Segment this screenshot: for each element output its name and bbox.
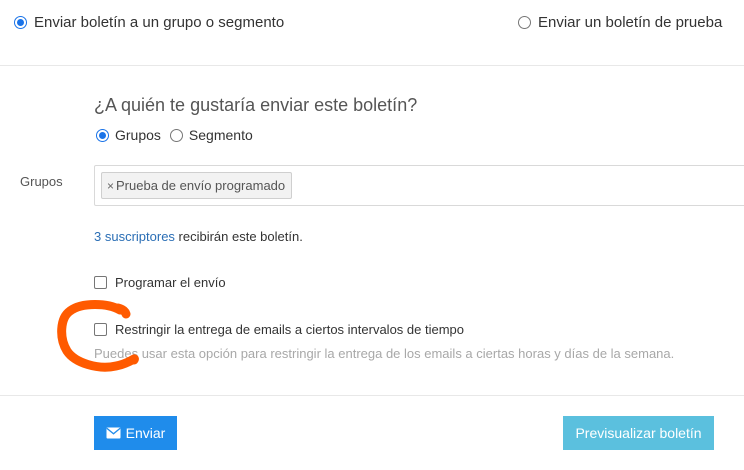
recipient-type-row: Grupos Segmento <box>96 127 262 143</box>
annotation-circle <box>57 300 139 372</box>
restrict-label: Restringir la entrega de emails a cierto… <box>115 322 465 337</box>
send-to-group-option[interactable]: Enviar boletín a un grupo o segmento <box>14 14 284 31</box>
send-test-label: Enviar un boletín de prueba <box>538 14 723 31</box>
subscriber-count-suffix: recibirán este boletín. <box>174 229 303 244</box>
send-to-group-radio[interactable] <box>14 16 27 29</box>
groups-field-label: Grupos <box>20 174 63 189</box>
segment-radio[interactable] <box>169 128 183 142</box>
recipient-question: ¿A quién te gustaría enviar este boletín… <box>94 95 418 115</box>
divider <box>0 395 744 396</box>
send-to-group-label: Enviar boletín a un grupo o segmento <box>34 14 285 31</box>
preview-button-label: Previsualizar boletín <box>575 425 702 441</box>
group-tag-label: Prueba de envío programado <box>116 178 286 193</box>
send-button[interactable]: Enviar <box>94 416 177 450</box>
send-mode-row: Enviar boletín a un grupo o segmento Env… <box>0 0 744 66</box>
envelope-icon <box>106 427 121 439</box>
send-test-option[interactable]: Enviar un boletín de prueba <box>518 14 722 31</box>
subscriber-count-link[interactable]: 3 suscriptores <box>94 229 175 244</box>
group-tag: × Prueba de envío programado <box>101 172 293 199</box>
send-test-radio[interactable] <box>518 16 531 29</box>
schedule-label: Programar el envío <box>115 275 226 290</box>
send-button-label: Enviar <box>125 425 166 441</box>
schedule-option[interactable]: Programar el envío <box>94 275 226 290</box>
groups-option-label: Grupos <box>115 127 161 143</box>
groups-radio[interactable] <box>96 128 109 142</box>
groups-option[interactable]: Grupos <box>96 127 161 143</box>
restrict-option[interactable]: Restringir la entrega de emails a cierto… <box>94 322 464 337</box>
groups-select[interactable]: × Prueba de envío programado <box>94 165 744 206</box>
schedule-checkbox[interactable] <box>94 276 107 289</box>
remove-tag-icon[interactable]: × <box>107 179 114 193</box>
segment-option[interactable]: Segmento <box>169 127 253 143</box>
restrict-help-text: Puedes usar esta opción para restringir … <box>94 346 675 361</box>
restrict-checkbox[interactable] <box>94 323 107 336</box>
segment-option-label: Segmento <box>188 127 253 143</box>
subscriber-count-line: 3 suscriptores recibirán este boletín. <box>94 229 303 244</box>
preview-button[interactable]: Previsualizar boletín <box>563 416 714 450</box>
